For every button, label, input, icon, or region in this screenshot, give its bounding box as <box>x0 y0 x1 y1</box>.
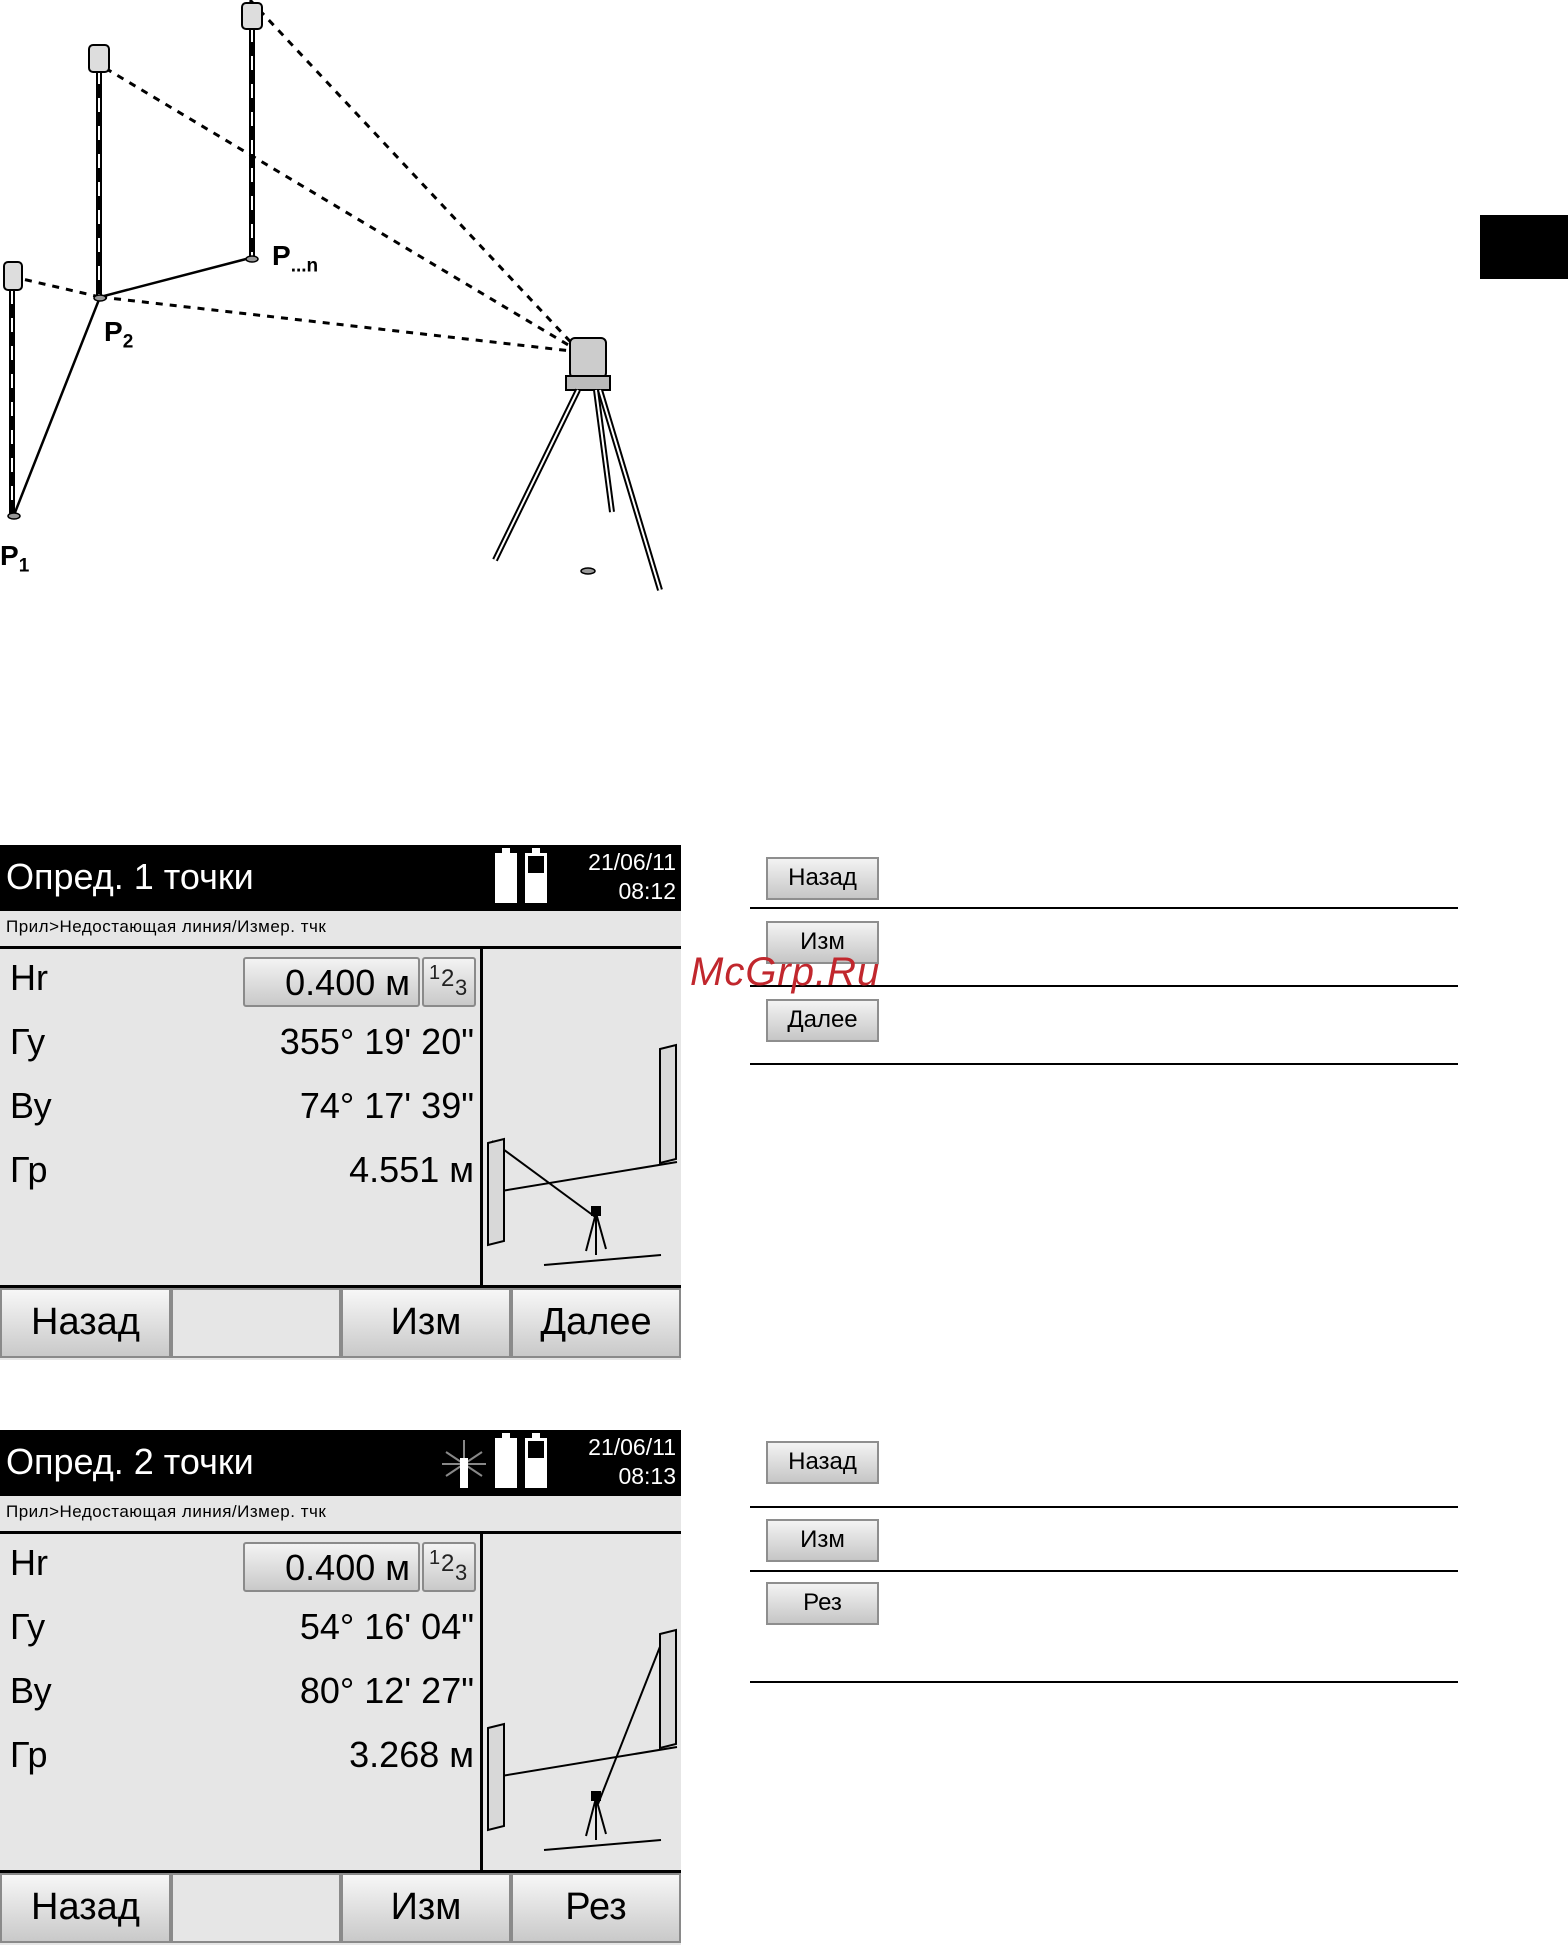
hz-angle-value: 355° 19' 20" <box>279 1021 474 1062</box>
divider <box>0 946 681 949</box>
hr-value: 0.400 м <box>285 962 410 1003</box>
divider <box>750 1570 1458 1572</box>
side-edit-button[interactable]: Изм <box>766 1519 879 1562</box>
back-softkey[interactable]: Назад <box>0 1288 171 1358</box>
numeric-mode-button[interactable]: 1 2 3 <box>422 957 476 1007</box>
next-softkey[interactable]: Далее <box>511 1288 681 1358</box>
empty-softkey <box>171 1288 341 1358</box>
label-pn: P...n <box>272 240 319 277</box>
device-screen-point-1: Опред. 1 точки 21/06/11 08:12 Прил>Недос… <box>0 845 681 1360</box>
v-angle-value: 74° 17' 39" <box>299 1085 474 1126</box>
watermark: McGrp.Ru <box>690 950 881 994</box>
row-label-hz: Гу <box>10 1021 46 1062</box>
hr-input[interactable]: 0.400 м <box>243 957 420 1007</box>
screen-title: Опред. 2 точки <box>6 1441 254 1482</box>
side-next-button[interactable]: Далее <box>766 999 879 1042</box>
label-p1: P1 <box>0 540 30 577</box>
battery-icon <box>495 848 517 903</box>
distance-value: 3.268 м <box>349 1734 474 1775</box>
screen-header: Опред. 2 точки 21/06/11 08:13 <box>0 1430 681 1496</box>
measurement-diagram <box>487 1043 678 1266</box>
screen-date: 21/06/11 <box>588 1434 676 1460</box>
numeric-mode-button[interactable]: 1 2 3 <box>422 1542 476 1592</box>
divider <box>750 1063 1458 1065</box>
hz-angle-value: 54° 16' 04" <box>299 1606 474 1647</box>
num-digit-2: 2 <box>441 1550 455 1577</box>
empty-softkey <box>171 1873 341 1943</box>
back-softkey[interactable]: Назад <box>0 1873 171 1943</box>
row-label-distance: Гр <box>10 1149 48 1190</box>
divider <box>480 1531 483 1871</box>
label-p2: P2 <box>104 316 134 353</box>
laser-icon <box>442 1440 486 1488</box>
survey-illustration <box>3 0 663 591</box>
battery-icon <box>525 1433 547 1488</box>
num-digit-1: 1 <box>429 962 441 984</box>
divider <box>750 1506 1458 1508</box>
edit-softkey[interactable]: Изм <box>341 1873 511 1943</box>
divider <box>480 946 483 1286</box>
breadcrumb: Прил>Недостающая линия/Измер. тчк <box>6 1502 327 1521</box>
side-back-button[interactable]: Назад <box>766 1441 879 1484</box>
num-digit-1: 1 <box>429 1547 441 1569</box>
divider <box>0 1531 681 1534</box>
row-label-hr: Hr <box>10 957 48 998</box>
num-digit-3: 3 <box>455 975 468 1000</box>
battery-icon <box>525 848 547 903</box>
divider <box>750 1681 1458 1683</box>
screen-header: Опред. 1 точки 21/06/11 08:12 <box>0 845 681 911</box>
screen-date: 21/06/11 <box>588 849 676 875</box>
side-result-button[interactable]: Рез <box>766 1582 879 1625</box>
row-label-v: Ву <box>10 1085 52 1126</box>
measurement-diagram <box>487 1628 678 1851</box>
screen-title: Опред. 1 точки <box>6 856 254 897</box>
num-digit-2: 2 <box>441 965 455 992</box>
edit-softkey[interactable]: Изм <box>341 1288 511 1358</box>
row-label-distance: Гр <box>10 1734 48 1775</box>
row-label-v: Ву <box>10 1670 52 1711</box>
row-label-hr: Hr <box>10 1542 48 1583</box>
row-label-hz: Гу <box>10 1606 46 1647</box>
hr-value: 0.400 м <box>285 1547 410 1588</box>
chapter-tab-marker <box>1480 215 1568 279</box>
battery-icon <box>495 1433 517 1488</box>
side-back-button[interactable]: Назад <box>766 857 879 900</box>
screen-time: 08:12 <box>618 878 676 904</box>
breadcrumb: Прил>Недостающая линия/Измер. тчк <box>6 917 327 936</box>
num-digit-3: 3 <box>455 1560 468 1585</box>
v-angle-value: 80° 12' 27" <box>299 1670 474 1711</box>
distance-value: 4.551 м <box>349 1149 474 1190</box>
hr-input[interactable]: 0.400 м <box>243 1542 420 1592</box>
screen-time: 08:13 <box>618 1463 676 1489</box>
result-softkey[interactable]: Рез <box>511 1873 681 1943</box>
divider <box>750 907 1458 909</box>
device-screen-point-2: Опред. 2 точки 21/06/11 08:13 Прил>Недос… <box>0 1430 681 1945</box>
